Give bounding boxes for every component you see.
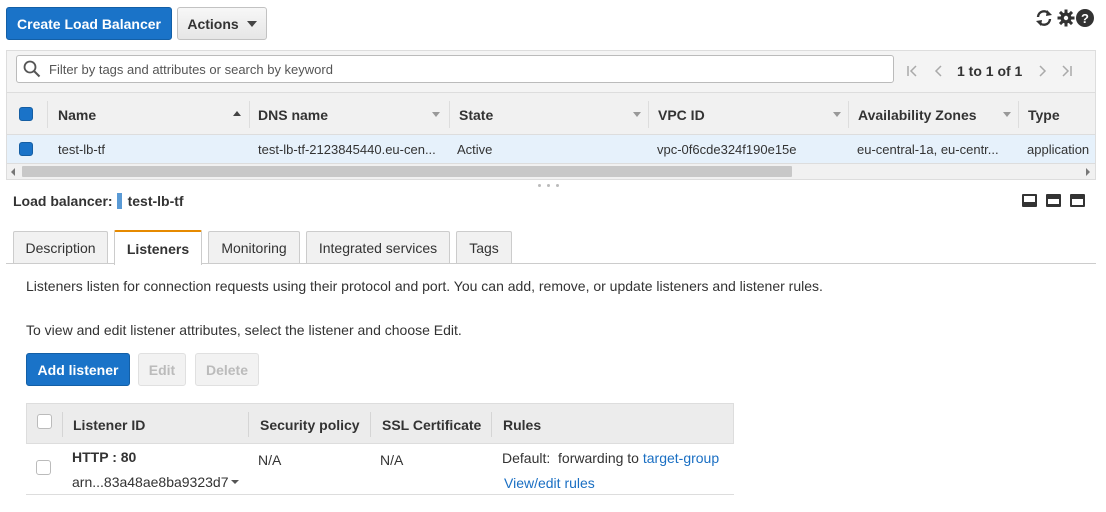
rule-prefix: Default: forwarding to bbox=[502, 450, 639, 466]
last-page-icon[interactable] bbox=[1059, 64, 1073, 78]
sort-icon[interactable] bbox=[1003, 112, 1011, 117]
listener-arn[interactable]: arn...83a48ae8ba9323d7 bbox=[72, 474, 240, 490]
column-header-availability-zones[interactable]: Availability Zones bbox=[858, 93, 977, 136]
cell-state: Active bbox=[457, 141, 493, 157]
select-all-checkbox[interactable] bbox=[19, 107, 33, 121]
tab-listeners[interactable]: Listeners bbox=[114, 230, 202, 265]
column-header-ssl-certificate[interactable]: SSL Certificate bbox=[382, 404, 481, 445]
search-field[interactable] bbox=[16, 55, 894, 83]
tab-label: Tags bbox=[469, 240, 499, 256]
load-balancer-table-header: Name DNS name State VPC ID Availability … bbox=[6, 92, 1096, 135]
security-policy-value: N/A bbox=[258, 452, 282, 468]
detail-label: Load balancer: bbox=[13, 193, 113, 209]
listener-arn-text: arn...83a48ae8ba9323d7 bbox=[72, 474, 229, 490]
target-group-link[interactable]: target-group bbox=[643, 450, 719, 466]
tab-label: Integrated services bbox=[318, 240, 438, 256]
view-edit-rules-link[interactable]: View/edit rules bbox=[504, 475, 595, 491]
tab-label: Monitoring bbox=[221, 240, 287, 256]
cell-dns-name: test-lb-tf-2123845440.eu-cen... bbox=[258, 141, 436, 157]
add-listener-button[interactable]: Add listener bbox=[26, 353, 130, 386]
ssl-certificate-value: N/A bbox=[380, 452, 404, 468]
edit-button[interactable]: Edit bbox=[138, 353, 186, 386]
sort-icon[interactable] bbox=[432, 112, 440, 117]
column-header-vpc-id[interactable]: VPC ID bbox=[658, 93, 705, 136]
help-icon[interactable]: ? bbox=[1076, 9, 1094, 27]
column-header-state[interactable]: State bbox=[459, 93, 493, 136]
column-header-security-policy[interactable]: Security policy bbox=[260, 404, 360, 445]
select-all-listeners-checkbox[interactable] bbox=[37, 414, 52, 429]
cell-type: application bbox=[1027, 141, 1090, 157]
first-page-icon[interactable] bbox=[906, 64, 920, 78]
tab-description[interactable]: Description bbox=[13, 231, 108, 264]
edit-label: Edit bbox=[148, 361, 176, 378]
column-header-name[interactable]: Name bbox=[58, 93, 96, 136]
sort-icon[interactable] bbox=[833, 112, 841, 117]
gear-icon[interactable] bbox=[1057, 9, 1075, 27]
rules-default: Default: forwarding to target-group bbox=[502, 450, 719, 466]
tab-label: Description bbox=[25, 240, 96, 256]
sort-icon[interactable] bbox=[633, 112, 641, 117]
pagination: 1 to 1 of 1 bbox=[906, 62, 1076, 80]
create-load-balancer-label: Create Load Balancer bbox=[17, 15, 161, 32]
listeners-table-header: Listener ID Security policy SSL Certific… bbox=[26, 403, 734, 444]
delete-label: Delete bbox=[205, 361, 249, 378]
add-listener-label: Add listener bbox=[37, 361, 119, 378]
listeners-edit-hint: To view and edit listener attributes, se… bbox=[26, 322, 462, 338]
listeners-intro: Listeners listen for connection requests… bbox=[26, 278, 823, 294]
listener-id: HTTP : 80 bbox=[72, 449, 137, 465]
actions-label: Actions bbox=[187, 15, 239, 32]
listener-row-checkbox[interactable] bbox=[36, 460, 51, 475]
tab-tags[interactable]: Tags bbox=[456, 231, 512, 264]
tab-integrated-services[interactable]: Integrated services bbox=[306, 231, 450, 264]
pagination-text: 1 to 1 of 1 bbox=[957, 63, 1023, 79]
load-balancer-detail-header: Load balancer: test-lb-tf bbox=[13, 192, 184, 210]
column-header-dns-name[interactable]: DNS name bbox=[258, 93, 328, 136]
refresh-icon[interactable] bbox=[1034, 8, 1054, 28]
resize-handle[interactable] bbox=[538, 184, 568, 189]
cell-availability-zones: eu-central-1a, eu-centr... bbox=[857, 141, 999, 157]
tab-label: Listeners bbox=[126, 240, 190, 257]
column-header-rules[interactable]: Rules bbox=[503, 404, 541, 445]
create-load-balancer-button[interactable]: Create Load Balancer bbox=[6, 7, 172, 40]
scrollbar-thumb[interactable] bbox=[22, 166, 792, 177]
search-icon bbox=[23, 60, 41, 78]
panel-bottom-icon[interactable] bbox=[1022, 194, 1037, 207]
sort-ascending-icon[interactable] bbox=[233, 111, 241, 116]
chevron-down-icon bbox=[246, 20, 257, 27]
horizontal-scrollbar[interactable] bbox=[6, 163, 1096, 180]
next-page-icon[interactable] bbox=[1035, 64, 1049, 78]
row-checkbox[interactable] bbox=[19, 142, 33, 156]
detail-name: test-lb-tf bbox=[127, 193, 184, 209]
status-indicator bbox=[116, 193, 122, 209]
table-row[interactable]: test-lb-tf test-lb-tf-2123845440.eu-cen.… bbox=[6, 135, 1096, 163]
panel-split-icon[interactable] bbox=[1046, 194, 1061, 207]
cell-vpc-id: vpc-0f6cde324f190e15e bbox=[657, 141, 797, 157]
search-input[interactable] bbox=[47, 60, 871, 78]
cell-name: test-lb-tf bbox=[58, 141, 105, 157]
table-row[interactable]: HTTP : 80 arn...83a48ae8ba9323d7 N/A N/A… bbox=[26, 444, 734, 495]
previous-page-icon[interactable] bbox=[932, 64, 946, 78]
panel-top-icon[interactable] bbox=[1070, 194, 1085, 207]
tab-monitoring[interactable]: Monitoring bbox=[208, 231, 300, 264]
scroll-left-icon[interactable] bbox=[11, 168, 15, 176]
delete-button[interactable]: Delete bbox=[195, 353, 259, 386]
column-header-type[interactable]: Type bbox=[1028, 93, 1060, 136]
caret-down-icon bbox=[231, 480, 240, 484]
column-header-listener-id[interactable]: Listener ID bbox=[73, 404, 145, 445]
actions-dropdown-button[interactable]: Actions bbox=[177, 7, 267, 40]
scroll-right-icon[interactable] bbox=[1086, 168, 1090, 176]
